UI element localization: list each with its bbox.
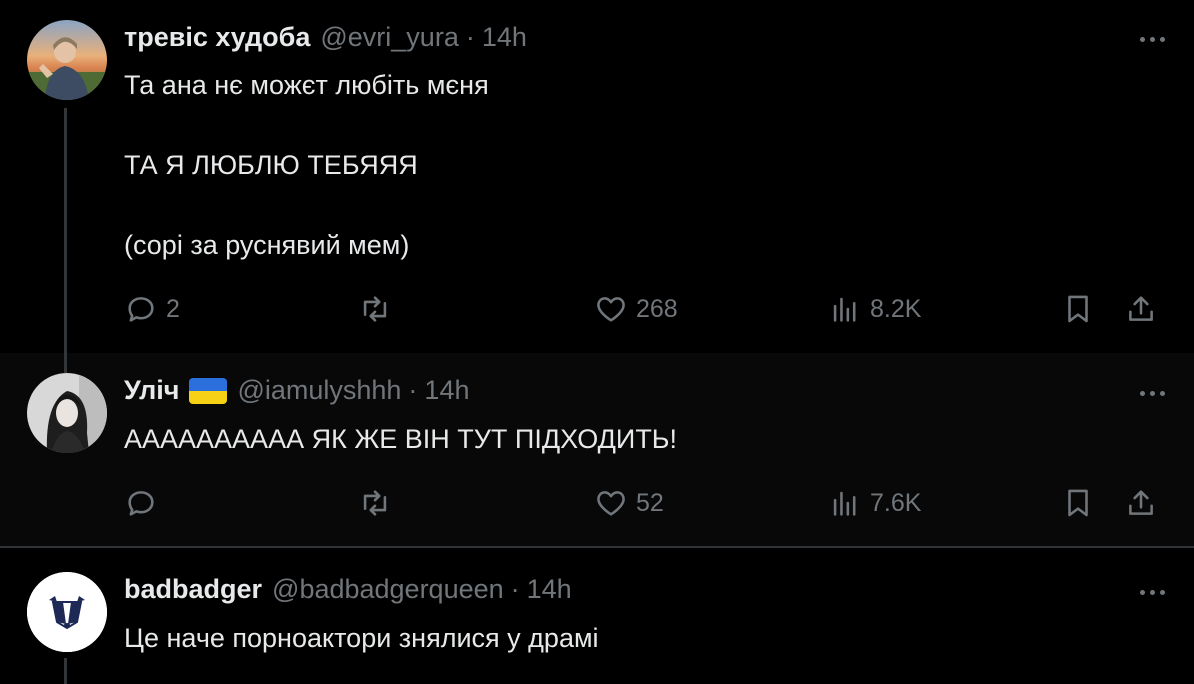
- repost-button[interactable]: [358, 289, 400, 329]
- bookmark-button[interactable]: [1061, 483, 1095, 523]
- analytics-icon: [833, 297, 856, 322]
- repost-icon: [363, 490, 387, 516]
- action-bar: 52 7.6K: [124, 483, 1164, 523]
- heart-icon: [597, 491, 625, 516]
- tweet-text: Це наче порноактори знялися у драмі: [124, 623, 599, 653]
- repost-button[interactable]: [358, 483, 400, 523]
- avatar[interactable]: [27, 373, 107, 453]
- tweet-1[interactable]: тревіс худоба @evri_yura · 14h Та ана нє…: [0, 0, 1194, 353]
- share-button[interactable]: [1124, 289, 1158, 329]
- like-button[interactable]: 268: [594, 289, 678, 329]
- author-name[interactable]: Уліч: [124, 375, 179, 406]
- like-count: 52: [636, 488, 664, 517]
- tweet-text: АААААААААА ЯК ЖЕ ВІН ТУТ ПІДХОДИТЬ!: [124, 424, 678, 454]
- views-button[interactable]: 7.6K: [828, 483, 921, 523]
- author-handle[interactable]: @iamulyshhh: [237, 375, 401, 406]
- author-name[interactable]: тревіс худоба: [124, 22, 310, 53]
- like-button[interactable]: 52: [594, 483, 664, 523]
- reply-button[interactable]: [124, 483, 166, 523]
- ukraine-flag-icon: [189, 377, 228, 404]
- author-name[interactable]: badbadger: [124, 574, 262, 605]
- bookmark-icon: [1068, 489, 1088, 517]
- author-handle[interactable]: @badbadgerqueen: [272, 574, 504, 605]
- action-bar: 2 268 8.2K: [124, 289, 1164, 329]
- timestamp[interactable]: 14h: [482, 22, 527, 53]
- avatar[interactable]: [27, 20, 107, 100]
- avatar[interactable]: [27, 572, 107, 652]
- reply-icon: [128, 491, 154, 516]
- author-handle[interactable]: @evri_yura: [320, 22, 458, 53]
- bookmark-button[interactable]: [1061, 289, 1095, 329]
- thread-line: [64, 658, 67, 684]
- share-button[interactable]: [1124, 483, 1158, 523]
- reply-icon: [128, 297, 154, 322]
- thread-line: [64, 353, 67, 373]
- separator-dot: ·: [408, 375, 418, 405]
- reply-button[interactable]: 2: [124, 289, 180, 329]
- share-icon: [1129, 490, 1153, 515]
- analytics-icon: [833, 491, 856, 516]
- heart-icon: [597, 297, 625, 322]
- tweet-3[interactable]: badbadger @badbadgerqueen · 14h Це наче …: [0, 548, 1194, 684]
- timestamp[interactable]: 14h: [527, 574, 572, 605]
- bookmark-icon: [1068, 295, 1088, 323]
- view-count: 7.6K: [870, 488, 922, 517]
- reply-count: 2: [166, 294, 180, 323]
- thread-line: [64, 108, 67, 353]
- view-count: 8.2K: [870, 294, 922, 323]
- timestamp[interactable]: 14h: [424, 375, 469, 406]
- tweet-text: Та ана нє можєт любіть мєня ТА Я ЛЮБЛЮ Т…: [124, 70, 489, 260]
- more-options-icon[interactable]: [1136, 29, 1168, 49]
- separator-dot: ·: [510, 574, 520, 604]
- more-options-icon[interactable]: [1136, 582, 1168, 602]
- more-options-icon[interactable]: [1136, 383, 1168, 403]
- badger-icon: [27, 572, 107, 652]
- repost-icon: [363, 296, 387, 322]
- views-button[interactable]: 8.2K: [828, 289, 921, 329]
- separator-dot: ·: [465, 22, 475, 52]
- like-count: 268: [636, 294, 678, 323]
- share-icon: [1129, 296, 1153, 321]
- tweet-2[interactable]: Уліч @iamulyshhh · 14h АААААААААА ЯК ЖЕ …: [0, 353, 1194, 547]
